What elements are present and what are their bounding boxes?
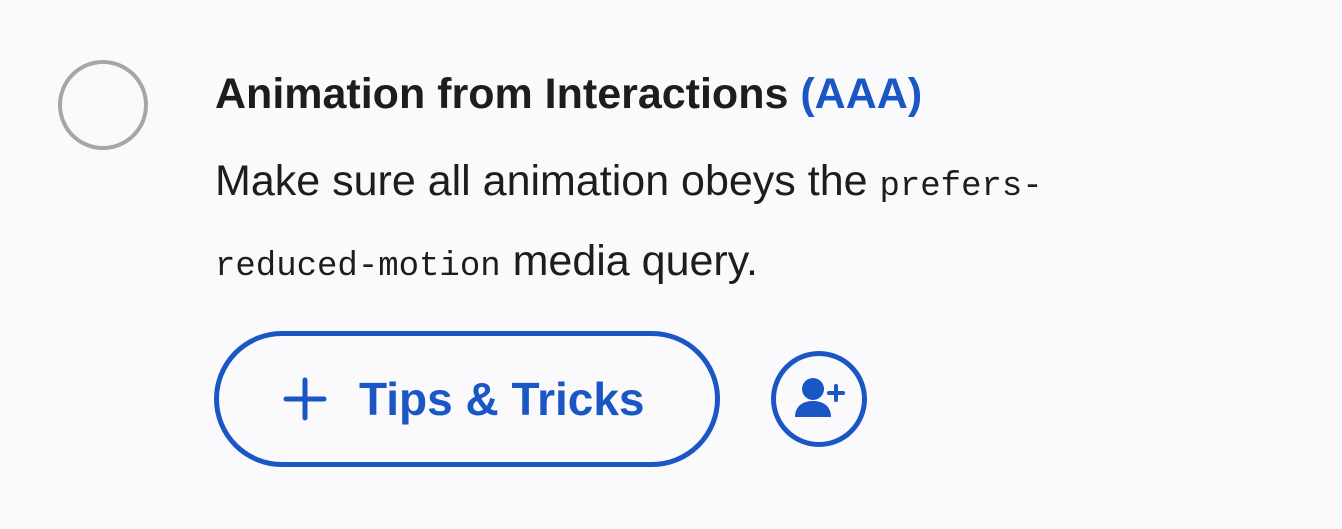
description-text-after: media query. [500,237,758,285]
add-user-icon [795,378,845,417]
item-title: Animation from Interactions (AAA) [215,66,1295,122]
conformance-level: (AAA) [800,70,923,118]
description-text-before: Make sure all animation obeys the [215,157,880,205]
tips-and-tricks-label: Tips & Tricks [359,373,645,425]
item-title-text: Animation from Interactions [215,70,789,118]
tips-and-tricks-button[interactable]: Tips & Tricks [214,331,720,467]
plus-icon [283,377,327,421]
item-description: Make sure all animation obeys the prefer… [215,144,1205,304]
item-actions: Tips & Tricks [214,331,867,467]
completion-checkbox-icon[interactable] [58,60,148,150]
assign-user-button[interactable] [771,351,867,447]
checklist-item: Animation from Interactions (AAA) Make s… [215,66,1295,304]
